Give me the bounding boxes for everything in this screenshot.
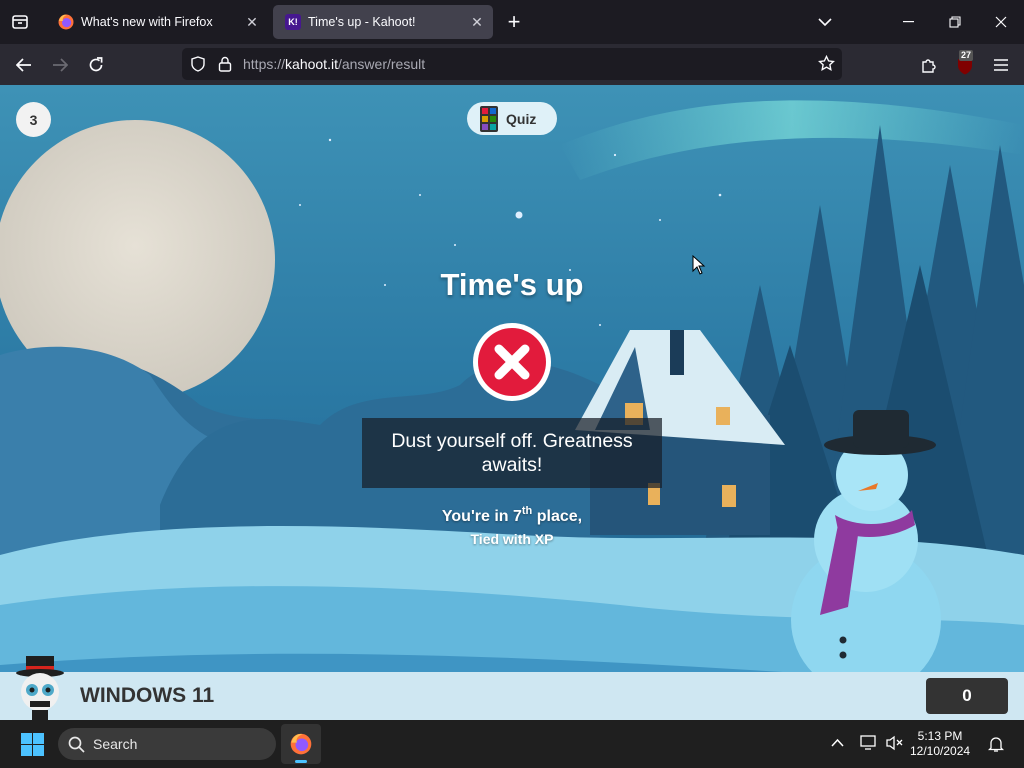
url-path: /answer/result [337, 56, 426, 72]
list-tabs-chevron-down-icon[interactable] [815, 12, 835, 32]
placement-end: place, [532, 508, 583, 525]
firefox-view-icon[interactable] [10, 12, 30, 32]
notification-bell-icon[interactable] [988, 735, 1004, 753]
player-score: 0 [926, 678, 1008, 714]
tab-whats-new[interactable]: What's new with Firefox ✕ [46, 5, 268, 39]
forward-arrow-icon[interactable] [49, 54, 71, 76]
placement-number: 7 [512, 508, 522, 525]
close-tab-icon[interactable]: ✕ [244, 14, 260, 30]
close-window-icon[interactable] [990, 12, 1012, 32]
tab-kahoot[interactable]: K! Time's up - Kahoot! ✕ [273, 5, 493, 39]
placement-text: You're in 7th place, [0, 505, 1024, 526]
browser-nav-bar: https://kahoot.it/answer/result 27 [0, 44, 1024, 85]
quiz-mode-label: Quiz [506, 110, 537, 127]
firefox-icon [58, 14, 74, 30]
network-icon[interactable] [860, 735, 878, 751]
taskbar-search-box[interactable]: Search [58, 728, 276, 760]
player-footer-bar: WINDOWS 11 0 [0, 656, 1024, 720]
bookmark-star-icon[interactable] [818, 55, 835, 72]
winter-night-illustration [0, 85, 1024, 720]
windows-start-icon[interactable] [21, 733, 44, 756]
taskbar-clock[interactable]: 5:13 PM 12/10/2024 [910, 729, 970, 759]
close-tab-icon[interactable]: ✕ [469, 14, 485, 30]
volume-muted-icon[interactable] [886, 735, 904, 751]
url-host: kahoot.it [285, 56, 338, 72]
player-name: WINDOWS 11 [80, 684, 215, 707]
windows-taskbar: Search 5:13 PM 12/10/2024 [0, 720, 1024, 768]
encouragement-message: Dust yourself off. Greatness awaits! [362, 418, 662, 488]
taskbar-firefox-button[interactable] [281, 724, 321, 764]
shield-icon[interactable] [190, 56, 206, 72]
address-bar[interactable]: https://kahoot.it/answer/result [182, 48, 842, 80]
player-avatar [16, 656, 64, 720]
tie-status-text: Tied with XP [470, 531, 554, 547]
restore-icon[interactable] [944, 12, 966, 32]
tab-title: Time's up - Kahoot! [308, 15, 416, 29]
tab-title: What's new with Firefox [81, 15, 213, 29]
reload-icon[interactable] [85, 54, 107, 76]
new-tab-icon[interactable]: + [504, 11, 524, 33]
result-title: Time's up [440, 267, 584, 302]
back-arrow-icon[interactable] [13, 54, 35, 76]
question-number-badge: 3 [16, 102, 51, 137]
url-scheme: https:// [243, 56, 286, 72]
chevron-up-icon[interactable] [831, 738, 844, 748]
clock-time: 5:13 PM [917, 729, 963, 743]
url-text: https://kahoot.it/answer/result [243, 56, 425, 72]
extension-badge-count: 27 [959, 50, 974, 61]
extensions-puzzle-icon[interactable] [918, 54, 940, 76]
screen: What's new with Firefox ✕ K! Time's up -… [0, 0, 1024, 768]
quiz-mode-pill: Quiz [467, 102, 557, 135]
browser-tab-bar: What's new with Firefox ✕ K! Time's up -… [0, 0, 1024, 44]
kahoot-icon: K! [285, 14, 301, 30]
lock-icon[interactable] [218, 56, 232, 72]
minimize-icon[interactable] [898, 12, 920, 32]
placement-prefix: You're in [441, 508, 513, 525]
kahoot-result-page: 3 Quiz Time's up Dust yourself off. Grea… [0, 85, 1024, 720]
firefox-icon [290, 733, 312, 755]
incorrect-x-icon [473, 323, 551, 401]
ublock-extension-icon[interactable]: 27 [953, 50, 977, 76]
search-placeholder: Search [93, 736, 138, 752]
placement-ordinal-suffix: th [521, 505, 533, 517]
hamburger-menu-icon[interactable] [990, 54, 1012, 76]
search-icon [68, 736, 85, 753]
quiz-icon [480, 105, 498, 132]
clock-date: 12/10/2024 [910, 744, 971, 758]
mouse-cursor-icon [692, 255, 706, 275]
active-app-indicator [295, 760, 307, 763]
